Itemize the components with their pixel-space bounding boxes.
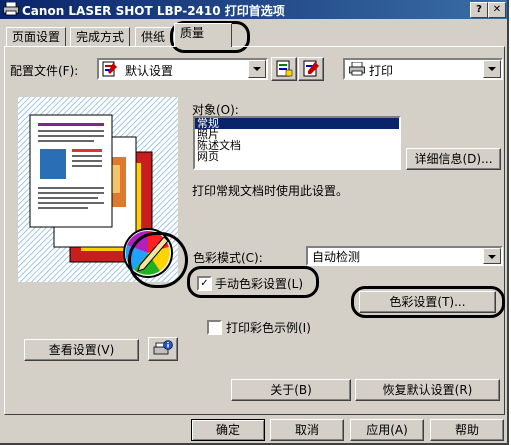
highlight-color-settings <box>351 286 505 318</box>
apply-button[interactable]: 应用(A) <box>350 419 424 441</box>
help-button[interactable]: 帮助 <box>430 419 504 441</box>
tab-quality[interactable]: 质量 <box>174 23 232 47</box>
restore-defaults-button[interactable]: 恢复默认设置(R) <box>355 379 500 401</box>
add-profile-button[interactable] <box>271 57 297 81</box>
print-target-select[interactable]: 打印 <box>343 58 503 80</box>
window-title: Canon LASER SHOT LBP-2410 打印首选项 <box>22 4 285 18</box>
color-mode-select[interactable]: 自动检测 <box>306 246 503 266</box>
tab-finishing[interactable]: 完成方式 <box>70 27 131 46</box>
target-listbox[interactable]: 常规 照片 陈述文档 网页 <box>193 116 401 170</box>
target-item[interactable]: 陈述文档 <box>195 140 399 151</box>
printer-preferences-window: Canon LASER SHOT LBP-2410 打印首选项 ? ✕ 页面设置… <box>0 0 509 445</box>
tab-page-setup[interactable]: 页面设置 <box>6 27 67 46</box>
print-target-value: 打印 <box>369 64 394 78</box>
cancel-button[interactable]: 取消 <box>270 419 344 441</box>
add-profile-icon <box>276 60 293 77</box>
chevron-down-icon[interactable] <box>248 60 266 78</box>
help-title-button[interactable]: ? <box>470 2 488 18</box>
printer-icon <box>349 62 365 76</box>
view-settings-button[interactable]: 查看设置(V) <box>24 339 139 361</box>
about-button[interactable]: 关于(B) <box>231 379 351 401</box>
details-button[interactable]: 详细信息(D)... <box>406 148 501 170</box>
close-title-button[interactable]: ✕ <box>488 2 506 18</box>
chevron-down-icon[interactable] <box>483 248 501 264</box>
print-color-sample-checkbox[interactable] <box>207 320 222 335</box>
tab-label: 供纸 <box>141 30 166 44</box>
printer-info-icon <box>153 340 173 355</box>
printer-icon <box>3 2 19 16</box>
profile-label: 配置文件(F): <box>10 64 79 78</box>
profile-select[interactable]: 默认设置 <box>97 58 268 80</box>
ok-button[interactable]: 确定 <box>191 419 265 441</box>
print-color-sample-label[interactable]: 打印彩色示例(I) <box>226 319 311 336</box>
target-item[interactable]: 网页 <box>195 151 399 162</box>
tab-label: 页面设置 <box>12 30 61 44</box>
tab-label: 质量 <box>180 26 205 40</box>
info-button[interactable] <box>148 337 178 361</box>
color-mode-value: 自动检测 <box>312 250 361 264</box>
tab-label: 完成方式 <box>76 30 125 44</box>
highlight-color-wheel <box>128 232 188 288</box>
chevron-down-icon[interactable] <box>483 60 501 78</box>
profile-doc-icon <box>102 61 117 77</box>
target-item[interactable]: 常规 <box>195 118 399 129</box>
profile-value: 默认设置 <box>125 64 174 78</box>
edit-profile-icon <box>303 60 319 77</box>
color-mode-label: 色彩模式(C): <box>193 251 263 265</box>
target-description: 打印常规文档时使用此设置。 <box>192 184 349 198</box>
edit-profile-button[interactable] <box>298 57 324 81</box>
highlight-manual-color <box>187 266 319 298</box>
title-bar: Canon LASER SHOT LBP-2410 打印首选项 ? ✕ <box>0 0 507 19</box>
